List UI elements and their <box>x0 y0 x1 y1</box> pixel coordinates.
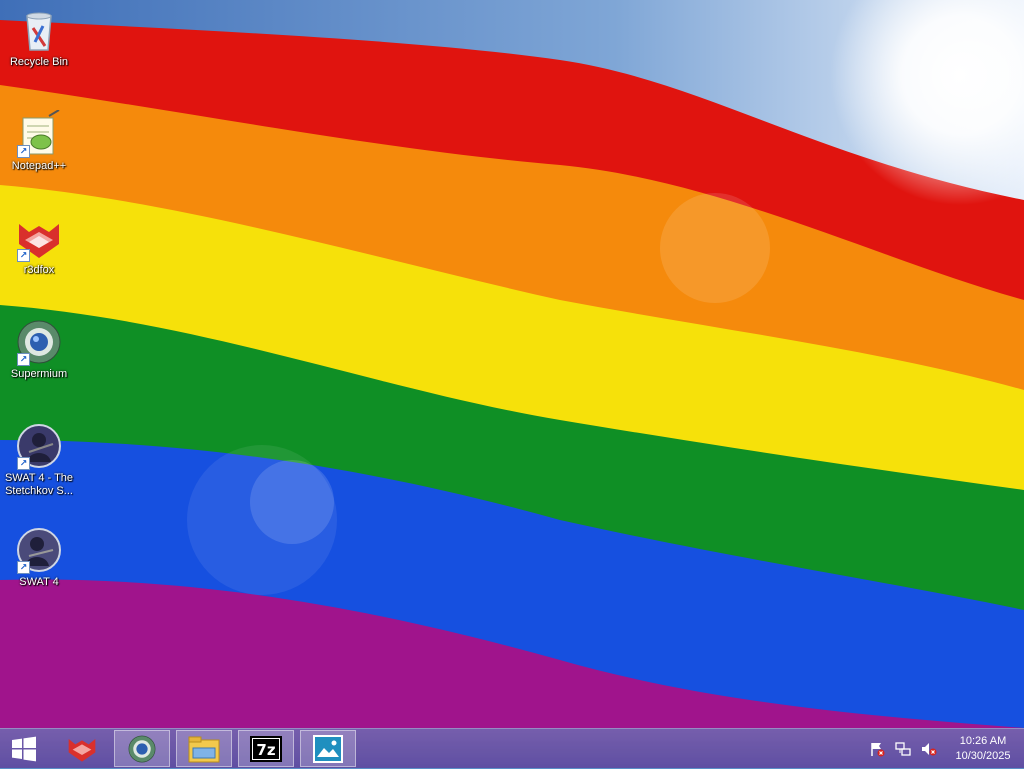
notepad-plus-plus-icon: ↗ <box>15 109 63 158</box>
taskbar-button-photos[interactable] <box>300 730 356 767</box>
shortcut-arrow-icon: ↗ <box>17 353 30 366</box>
desktop-icon-supermium[interactable]: ↗ Supermium <box>0 318 78 381</box>
taskbar: 7z 10:26 AM 10/30/2025 <box>0 728 1024 768</box>
swat4-stetchkov-icon: ↗ <box>15 422 63 470</box>
action-center-flag-icon[interactable] <box>869 741 885 757</box>
taskbar-button-r3dfox[interactable] <box>54 730 110 767</box>
desktop-icon-recycle-bin[interactable]: Recycle Bin <box>0 6 78 69</box>
taskbar-button-file-explorer[interactable] <box>176 730 232 767</box>
volume-muted-icon[interactable] <box>921 741 937 757</box>
desktop-icon-label: SWAT 4 - The Stetchkov S... <box>4 472 74 497</box>
windows-start-icon <box>12 736 36 762</box>
clock-time: 10:26 AM <box>959 735 1007 747</box>
desktop-icon-r3dfox[interactable]: ↗ r3dfox <box>0 214 78 277</box>
swat4-icon: ↗ <box>15 526 63 574</box>
r3dfox-icon: ↗ <box>15 214 63 262</box>
desktop-icon-label: Recycle Bin <box>9 56 69 68</box>
svg-text:7z: 7z <box>256 741 275 759</box>
desktop-icon-notepad-plus-plus[interactable]: ↗ Notepad++ <box>0 109 78 173</box>
network-icon[interactable] <box>895 741 911 757</box>
supermium-icon: ↗ <box>15 318 63 366</box>
taskbar-button-7zip[interactable]: 7z <box>238 730 294 767</box>
desktop[interactable]: Recycle Bin ↗ Notepad++ ↗ r3dfox ↗ Super… <box>0 0 1024 728</box>
rainbow-flag-wallpaper <box>0 0 1024 728</box>
file-explorer-icon <box>188 736 220 762</box>
start-button[interactable] <box>0 729 48 769</box>
shortcut-arrow-icon: ↗ <box>17 249 30 262</box>
shortcut-arrow-icon: ↗ <box>17 457 30 470</box>
desktop-icon-swat4-stetchkov[interactable]: ↗ SWAT 4 - The Stetchkov S... <box>0 422 78 498</box>
recycle-bin-icon <box>15 6 63 54</box>
supermium-icon <box>128 735 156 762</box>
shortcut-arrow-icon: ↗ <box>17 145 30 158</box>
photos-icon <box>313 734 343 763</box>
7zip-icon: 7z <box>250 735 282 762</box>
desktop-icon-label: r3dfox <box>23 264 55 276</box>
taskbar-button-supermium[interactable] <box>114 730 170 767</box>
r3dfox-icon <box>68 738 96 762</box>
desktop-icon-swat4[interactable]: ↗ SWAT 4 <box>0 526 78 589</box>
system-tray: 10:26 AM 10/30/2025 <box>864 729 1024 769</box>
desktop-icon-label: Supermium <box>10 368 68 380</box>
desktop-icon-label: SWAT 4 <box>19 576 59 588</box>
desktop-icon-label: Notepad++ <box>11 160 67 172</box>
shortcut-arrow-icon: ↗ <box>17 561 30 574</box>
clock-date: 10/30/2025 <box>955 750 1011 762</box>
clock[interactable]: 10:26 AM 10/30/2025 <box>948 734 1018 764</box>
